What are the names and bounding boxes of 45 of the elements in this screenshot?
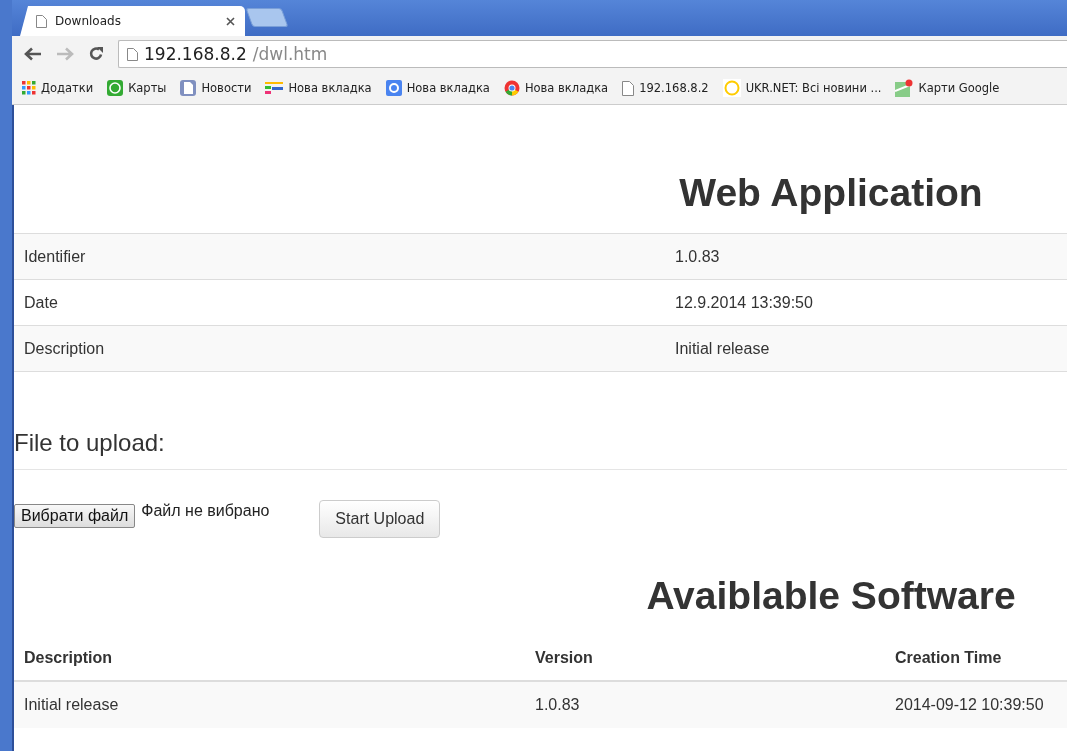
ring-tile-icon [385, 80, 402, 96]
back-icon[interactable] [24, 47, 42, 61]
browser-logo-icon [503, 80, 520, 96]
bookmark[interactable]: Нова вкладка [265, 81, 372, 95]
column-header: Creation Time [895, 649, 1003, 667]
form-legend: File to upload: [14, 429, 1067, 470]
bookmark[interactable]: Нова вкладка [385, 80, 490, 96]
bookmark[interactable]: 192.168.8.2 [622, 80, 709, 96]
document-icon [180, 80, 197, 96]
page-icon [127, 47, 138, 61]
map-pin-icon [895, 79, 914, 97]
close-icon[interactable] [226, 16, 235, 26]
choose-file-button[interactable]: Вибрати файл [14, 504, 136, 528]
ring-badge-icon [107, 80, 124, 96]
table-cell-text: Description [24, 339, 106, 358]
bookmark[interactable]: Карты [107, 80, 167, 96]
bookmark[interactable]: Карти Google [895, 79, 1000, 97]
page-icon [622, 80, 635, 96]
ring-icon [722, 79, 741, 97]
table-cell-text: Date [24, 293, 59, 312]
bookmark[interactable]: Додатки [22, 81, 94, 95]
table-cell-text: 1.0.83 [675, 247, 721, 266]
table-cell-text: 12.9.2014 13:39:50 [675, 293, 814, 312]
new-tab-button[interactable] [245, 8, 289, 27]
column-header: Description [24, 649, 113, 667]
file-status: Файл не вибрано [141, 502, 270, 520]
colored-bars-icon [265, 81, 284, 95]
page-icon [36, 14, 47, 28]
browser-tab[interactable]: Downloads [20, 6, 245, 36]
reload-icon[interactable] [88, 46, 104, 62]
section-heading: Avaiblable Software [645, 573, 1017, 619]
apps-grid-icon [22, 81, 36, 95]
address-field[interactable]: 192.168.8.2 /dwl.htm [118, 40, 1067, 68]
start-upload-button[interactable]: Start Upload [319, 500, 441, 538]
bookmark[interactable]: Новости [180, 80, 252, 96]
section-heading: Web Application [678, 170, 984, 216]
table-cell-text: Initial release [24, 696, 120, 714]
table-cell-text: Identifier [24, 247, 87, 266]
column-header: Version [535, 649, 594, 667]
table-cell-text: Initial release [675, 339, 771, 358]
bookmark[interactable]: Нова вкладка [503, 80, 609, 96]
tab-title: Downloads [55, 14, 122, 28]
table-cell-text: 1.0.83 [535, 696, 581, 714]
table-cell-text: 2014-09-12 10:39:50 [895, 696, 1045, 714]
bookmark[interactable]: UKR.NET: Всі новини ... [722, 79, 882, 97]
